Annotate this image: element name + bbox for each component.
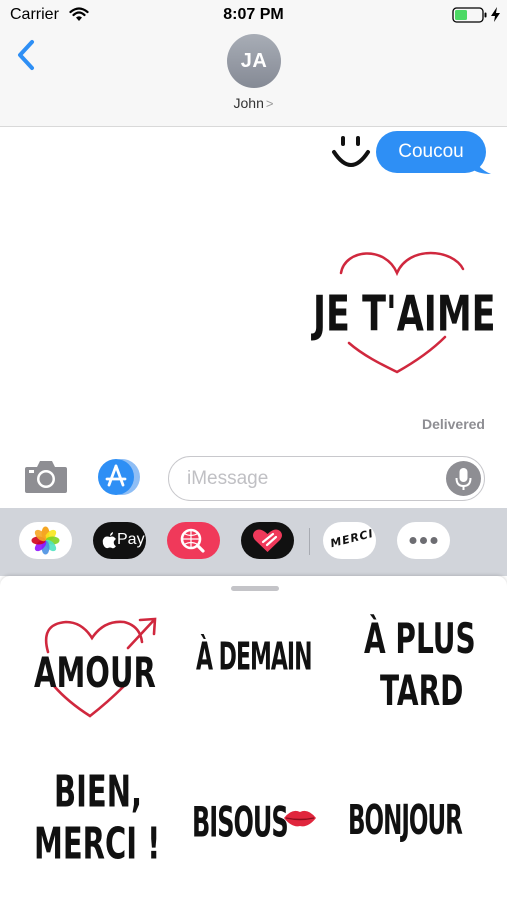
sticker-a-demain[interactable]: À DEMAIN (196, 632, 326, 702)
chevron-left-icon (18, 40, 34, 70)
image-search-app-button[interactable] (167, 522, 220, 559)
chevron-right-icon: > (265, 96, 274, 111)
more-apps-icon (409, 537, 438, 544)
camera-button[interactable] (23, 459, 69, 500)
je-taime-sticker-text: JE T'AIME (313, 287, 496, 343)
panel-grabber[interactable] (231, 586, 279, 591)
merci-app-label: MERCI (329, 526, 376, 551)
status-bar: Carrier 8:07 PM (0, 0, 507, 30)
message-input[interactable] (187, 457, 437, 500)
battery-icon (452, 7, 487, 23)
charging-bolt-icon (491, 7, 500, 22)
sticker-amour[interactable]: AMOUR (28, 614, 163, 724)
sticker-bien-merci-line1: BIEN, (54, 766, 142, 817)
sticker-a-demain-text: À DEMAIN (196, 636, 312, 680)
sticker-bonjour-text: BONJOUR (348, 798, 463, 845)
sticker-bonjour[interactable]: BONJOUR (348, 794, 488, 864)
digital-touch-app-button[interactable] (241, 522, 294, 559)
microphone-button[interactable] (446, 461, 481, 496)
digital-touch-app-icon (253, 529, 282, 552)
apple-pay-app-button[interactable]: Pay (93, 522, 146, 559)
back-button[interactable] (14, 38, 42, 72)
microphone-icon (455, 468, 472, 490)
app-store-button[interactable] (95, 457, 145, 502)
delivery-status: Delivered (421, 416, 485, 432)
lips-icon (284, 810, 316, 827)
message-field[interactable] (168, 456, 485, 501)
status-time: 8:07 PM (223, 6, 284, 23)
sticker-bisous[interactable]: BISOUS (192, 794, 322, 864)
sticker-amour-text: AMOUR (34, 648, 156, 698)
more-apps-button[interactable] (397, 522, 450, 559)
merci-stickers-app-button[interactable]: MERCI (323, 522, 376, 559)
contact-avatar[interactable]: JA (227, 34, 281, 88)
sticker-bien-merci-line2: MERCI ! (34, 818, 161, 869)
bubble-tail (470, 152, 491, 174)
photos-app-icon (31, 526, 60, 555)
apple-pay-label: Pay (117, 531, 145, 548)
app-store-icon (98, 459, 140, 495)
photos-app-button[interactable] (19, 522, 72, 559)
drawer-separator (309, 528, 310, 555)
camera-icon (25, 461, 67, 493)
smiley-sticker-icon[interactable] (330, 134, 374, 174)
sticker-bien-merci[interactable]: BIEN, MERCI ! (34, 766, 161, 886)
app-drawer: Pay MERCI (0, 508, 507, 576)
sticker-panel: AMOUR À DEMAIN À PLUS TARD BIEN, MERCI !… (0, 576, 507, 900)
contact-name-button[interactable]: John > (0, 95, 507, 111)
apple-logo-icon (102, 532, 116, 549)
sticker-a-plus-tard-line2: TARD (380, 666, 464, 716)
sticker-a-plus-tard-line1: À PLUS (364, 614, 476, 664)
image-search-app-icon (180, 528, 205, 553)
sticker-bisous-text: BISOUS (192, 798, 289, 847)
contact-name: John (233, 95, 264, 111)
sticker-a-plus-tard[interactable]: À PLUS TARD (360, 612, 480, 722)
